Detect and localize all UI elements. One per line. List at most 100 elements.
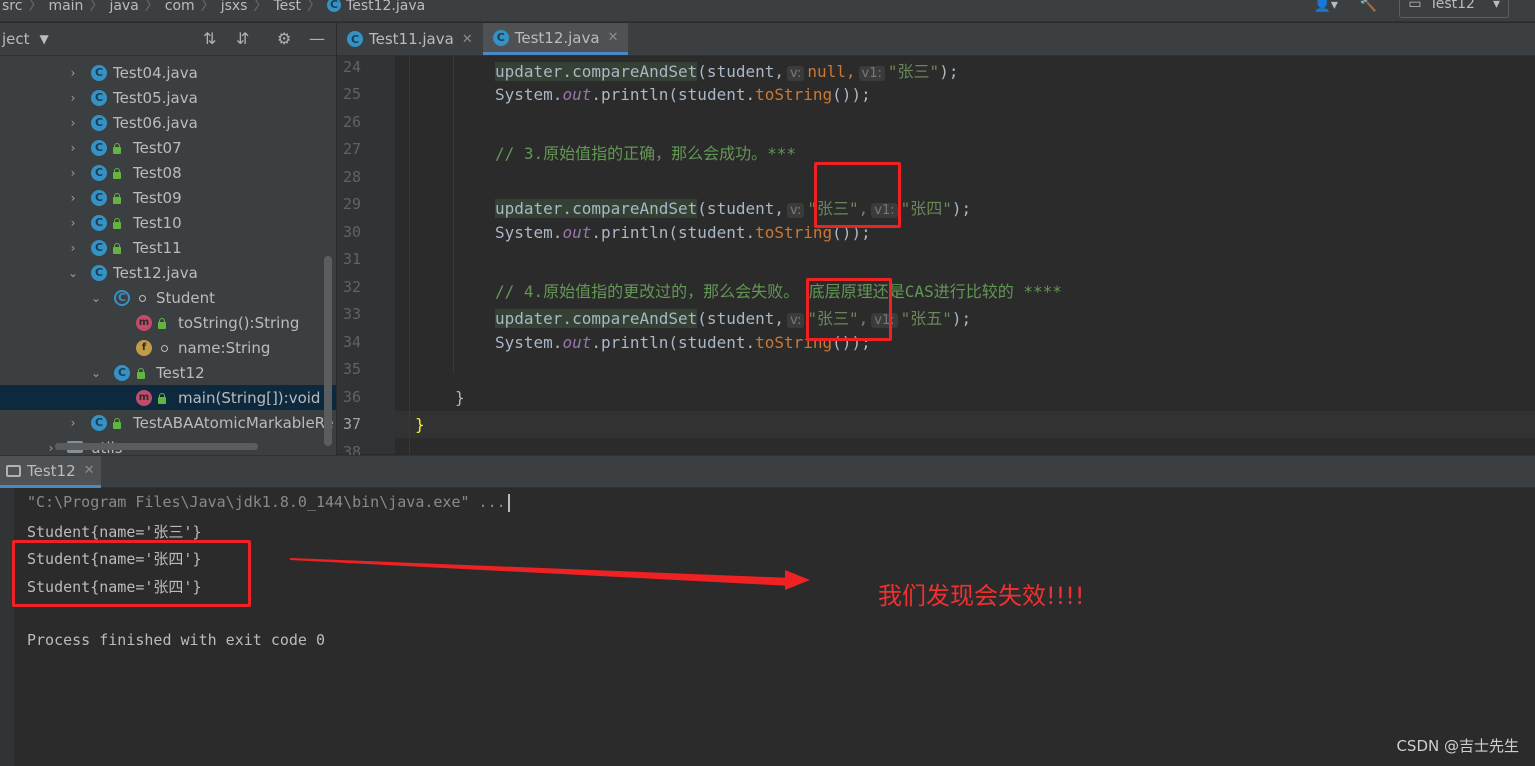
- breadcrumb: src 〉 main 〉 java 〉 com 〉 jsxs 〉 Test 〉 C Test…: [0, 0, 1535, 22]
- arrow-head: [785, 570, 810, 590]
- highlight-box: [814, 162, 901, 228]
- lock-icon: [113, 218, 121, 229]
- chevron-down-icon[interactable]: ⌄: [67, 266, 79, 280]
- line-number: 24: [342, 58, 361, 76]
- tree-item[interactable]: › C Test10: [0, 210, 336, 235]
- breadcrumb-item[interactable]: java: [109, 0, 138, 13]
- line-number-current: 37: [342, 415, 361, 433]
- package-private-icon: [139, 295, 146, 302]
- lock-icon: [158, 393, 166, 404]
- tree-item[interactable]: › C Test06.java: [0, 110, 336, 135]
- java-class-icon: C: [91, 114, 107, 131]
- project-panel-title[interactable]: ject: [0, 30, 30, 48]
- close-icon[interactable]: ✕: [608, 30, 619, 45]
- code-comment: // 4.原始值指的更改过的，那么会失败。 底层原理还是CAS进行比较的 ***…: [495, 282, 1062, 301]
- arrow-shaft: [290, 558, 792, 586]
- tree-item[interactable]: › C Test08: [0, 160, 336, 185]
- current-line-highlight: [395, 411, 1535, 438]
- breadcrumb-item[interactable]: com: [165, 0, 195, 13]
- toolbar-right: 👤▾ 🔨 ▭ Test12 ▾: [1313, 0, 1535, 21]
- lock-icon: [113, 243, 121, 254]
- chevron-right-icon[interactable]: ›: [67, 191, 79, 205]
- code-brace: }: [455, 388, 465, 407]
- chevron-down-icon[interactable]: ⌄: [90, 291, 102, 305]
- chevron-right-icon[interactable]: ›: [67, 66, 79, 80]
- chevron-down-icon[interactable]: ▼: [40, 32, 49, 46]
- annotation-arrow: [290, 558, 810, 590]
- chevron-right-icon[interactable]: ›: [67, 91, 79, 105]
- tree-item[interactable]: ⌄ C Test12.java: [0, 260, 336, 285]
- method-icon: m: [136, 389, 152, 406]
- tree-item[interactable]: › C Test11: [0, 235, 336, 260]
- breadcrumb-item-file[interactable]: C Test12.java: [327, 0, 425, 13]
- tree-item[interactable]: m toString():String: [0, 310, 336, 335]
- build-hammer-icon[interactable]: 🔨: [1360, 0, 1377, 12]
- minimize-icon[interactable]: —: [309, 29, 325, 48]
- tree-item[interactable]: ⌄ C Student: [0, 285, 336, 310]
- run-console[interactable]: "C:\Program Files\Java\jdk1.8.0_144\bin\…: [0, 488, 1535, 766]
- code-editor[interactable]: updater.compareAndSet(student, v: null, v1:…: [395, 56, 1535, 454]
- chevron-down-icon: ▾: [1492, 0, 1500, 12]
- java-class-icon: C: [91, 64, 107, 81]
- tree-item[interactable]: › C TestABAAtomicMarkableRe: [0, 410, 336, 435]
- breadcrumb-item[interactable]: src: [2, 0, 22, 13]
- tree-item[interactable]: f name:String: [0, 335, 336, 360]
- collapse-all-icon[interactable]: ⇵: [236, 29, 249, 48]
- chevron-right-icon[interactable]: ›: [67, 416, 79, 430]
- line-number-gutter: 24 25 26 27 28 29 30 31 32 33 34 35 36 3…: [337, 56, 410, 461]
- run-panel-header: Test12 ✕: [0, 455, 1535, 488]
- lock-icon: [137, 368, 145, 379]
- java-class-icon: C: [91, 139, 107, 156]
- java-class-icon: C: [91, 239, 107, 256]
- chevron-right-icon[interactable]: ›: [67, 116, 79, 130]
- param-hint: v:: [787, 203, 805, 218]
- breadcrumb-item[interactable]: main: [48, 0, 83, 13]
- close-icon[interactable]: ✕: [84, 463, 95, 478]
- chevron-right-icon[interactable]: ›: [67, 216, 79, 230]
- project-panel-header: ject ▼ ⇅ ⇵ ⚙ —: [0, 23, 336, 56]
- tree-item[interactable]: ⌄ C Test12: [0, 360, 336, 385]
- breadcrumb-item[interactable]: Test: [273, 0, 301, 13]
- tab-test12[interactable]: C Test12.java ✕: [482, 23, 629, 55]
- code-brace-matched: }: [415, 415, 425, 434]
- line-number: 32: [342, 278, 361, 296]
- tree-item[interactable]: › C Test09: [0, 185, 336, 210]
- tree-item[interactable]: › C Test07: [0, 135, 336, 160]
- run-config-select[interactable]: ▭ Test12 ▾: [1399, 0, 1509, 18]
- chevron-down-icon[interactable]: ⌄: [90, 366, 102, 380]
- editor-tabs: C Test11.java ✕ C Test12.java ✕: [337, 23, 1535, 56]
- chevron-right-icon[interactable]: ›: [67, 241, 79, 255]
- tree-item[interactable]: › C Test05.java: [0, 85, 336, 110]
- line-number: 36: [342, 388, 361, 406]
- gear-icon[interactable]: ⚙: [277, 29, 291, 48]
- line-number: 34: [342, 333, 361, 351]
- run-console-icon: [6, 464, 21, 477]
- tree-vertical-scrollbar[interactable]: [324, 256, 332, 446]
- tab-test11[interactable]: C Test11.java ✕: [337, 23, 483, 55]
- watermark: CSDN @吉士先生: [1396, 737, 1519, 755]
- breadcrumb-item[interactable]: jsxs: [221, 0, 248, 13]
- console-line: "C:\Program Files\Java\jdk1.8.0_144\bin\…: [27, 493, 510, 512]
- console-line: Student{name='张三'}: [27, 523, 202, 541]
- user-icon[interactable]: 👤▾: [1313, 0, 1337, 12]
- expand-all-icon[interactable]: ⇅: [203, 29, 216, 48]
- line-number: 31: [342, 250, 361, 268]
- java-class-icon: C: [91, 264, 107, 281]
- lock-icon: [113, 168, 121, 179]
- line-number: 28: [342, 168, 361, 186]
- line-number: 30: [342, 223, 361, 241]
- close-icon[interactable]: ✕: [462, 32, 473, 47]
- chevron-right-icon[interactable]: ›: [67, 166, 79, 180]
- tree-item-selected[interactable]: m main(String[]):void: [0, 385, 336, 410]
- line-number: 35: [342, 360, 361, 378]
- code-line: updater.compareAndSet(student, v: null, v1:…: [495, 62, 959, 81]
- code-comment: // 3.原始值指的正确，那么会成功。***: [495, 144, 797, 163]
- tree-item[interactable]: › C Test04.java: [0, 60, 336, 85]
- chevron-right-icon[interactable]: ›: [67, 141, 79, 155]
- tree-horizontal-scrollbar[interactable]: [55, 443, 258, 450]
- inner-class-icon: C: [114, 289, 130, 306]
- java-class-icon: C: [91, 89, 107, 106]
- tab-run-test12[interactable]: Test12 ✕: [0, 456, 101, 488]
- highlight-box: [12, 540, 251, 607]
- java-class-icon: C: [114, 364, 130, 381]
